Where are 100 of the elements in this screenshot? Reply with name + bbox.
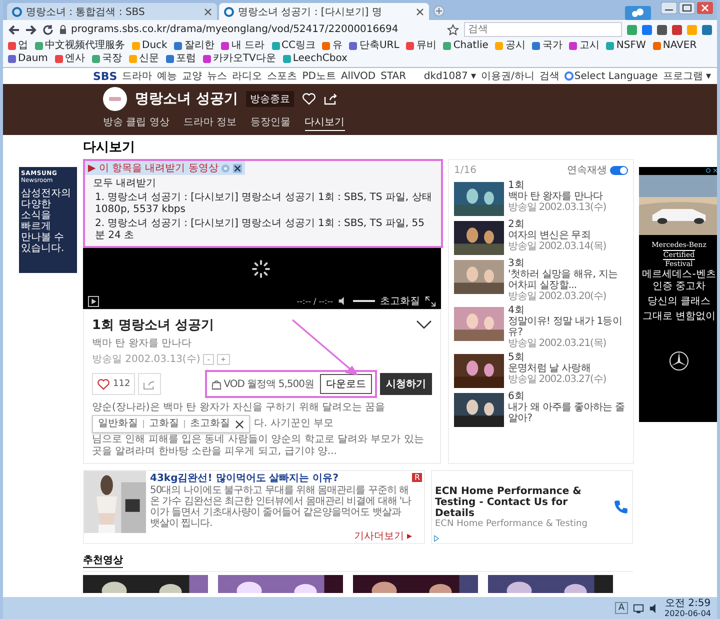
heart-icon[interactable]: [302, 93, 316, 105]
video-player[interactable]: ▶ 이 항목을 내려받기 동영상 모두 내려받기 1. 명랑소녀 성공기 : [다시보기] 명랑소녀 성공기 1회 : SBS, TS 파일, 상태 1080p, 5537 kbps 2. 명랑소녀 성공기 : [다시보기] 명랑소녀 성공기 1회 : SBS, TS 파일, 55 분 24 초 --:-- / --:-- 초고화질: [83, 159, 441, 309]
nav-link[interactable]: STAR: [380, 70, 406, 82]
nav-link[interactable]: 교양: [182, 69, 202, 83]
nav-link[interactable]: 예능: [157, 69, 178, 83]
user-menu[interactable]: dkd1087 ▾: [424, 70, 476, 82]
like-button[interactable]: 112: [92, 373, 136, 395]
download-button[interactable]: 다운로드: [320, 374, 372, 394]
ad-text: 인증 중고차: [652, 281, 706, 293]
bookmark-link[interactable]: 포럼: [166, 53, 196, 65]
episode-number: 5회: [508, 352, 526, 363]
bookmark-link[interactable]: NAVER: [652, 40, 697, 52]
quality-label[interactable]: 초고화질: [380, 294, 420, 308]
ad-info-icon[interactable]: [433, 535, 440, 542]
bookmark-link[interactable]: LeechCbox: [282, 53, 348, 65]
ad-badge: R: [412, 473, 422, 482]
playlist-item[interactable]: 6회 내가 왜 아주를 좋아하는 줄 알아?: [454, 391, 628, 427]
language-select[interactable]: Select Language: [574, 70, 658, 82]
bookmark-link[interactable]: 국장: [92, 53, 122, 65]
close-icon[interactable]: [204, 8, 212, 16]
nav-link[interactable]: 이용권/하니: [481, 69, 534, 83]
bookmark-link[interactable]: 뮤비: [406, 40, 436, 52]
bookmark-link[interactable]: 고시: [569, 40, 600, 52]
nav-link[interactable]: 뉴스: [207, 69, 228, 83]
download-item[interactable]: 2. 명랑소녀 성공기 : [다시보기] 명랑소녀 성공기 1회 : SBS, TS 파일, 55 분 24 초: [85, 217, 441, 243]
star-icon[interactable]: [447, 24, 459, 36]
bookmark-link[interactable]: 잘리한: [174, 40, 214, 52]
ad-text: 빠르게: [21, 221, 52, 232]
close-icon[interactable]: [416, 8, 424, 16]
share-button[interactable]: [138, 373, 162, 395]
playlist-item[interactable]: 4회 정말이유! 정말 내가 1등이유? 방송일 2002.03.21(목): [454, 305, 628, 349]
nav-link[interactable]: AllVOD: [340, 70, 376, 82]
bookmark-link[interactable]: 공시: [495, 40, 526, 52]
nav-link[interactable]: PD노트: [302, 69, 336, 83]
close-icon[interactable]: [235, 420, 244, 428]
article-ad[interactable]: 43kg김완선! 많이먹어도 살빠지는 이유? 50대의 나이에도 불구하고 무대를 위해 몸매관리를 꾸준히 해온 가수 김완선은 최근한 인터뷰에서 몸매관리 비결에 대해 '나이가 들면서 기초대사량이 줄어들어 같은양을먹어도 뱃살과 뱃살이 찝니다. 기사더보기 ▸ R: [83, 470, 425, 544]
show-tab[interactable]: 다시보기: [304, 115, 345, 131]
playlist-item[interactable]: 3회 '첫하러 실망을 해유, 지는 어차피 실장할... 방송일 2002.03.20(수): [454, 258, 628, 302]
address-field[interactable]: programs.sbs.co.kr/drama/myeonglang/vod/52417/22000016694: [59, 22, 442, 37]
nav-link[interactable]: 검색: [539, 69, 560, 83]
bookmark-link[interactable]: Daum: [8, 53, 48, 65]
browser-tab[interactable]: 명랑소녀 성공기 : [다시보기] 명: [219, 3, 429, 20]
fullscreen-icon[interactable]: [425, 296, 436, 306]
phone-icon[interactable]: [613, 499, 629, 515]
bookmark-link[interactable]: 내 드라: [221, 40, 265, 52]
browser-tab[interactable]: 명랑소녀 : 통합검색 : SBS: [7, 3, 217, 20]
show-tab[interactable]: 방송 클립 영상: [103, 115, 170, 131]
air-date: 방송일 2002.03.14(목): [508, 241, 608, 252]
playlist-item[interactable]: 1회 백마 탄 왕자를 만나다 방송일 2002.03.13(수): [454, 180, 628, 216]
network-icon[interactable]: [632, 602, 644, 614]
chevron-down-icon[interactable]: [416, 320, 432, 330]
bookmark-link[interactable]: 엔사: [54, 53, 85, 65]
font-size-button[interactable]: -: [203, 354, 214, 364]
playlist-item[interactable]: 5회 운명처럼 날 사랑해 방송일 2002.03.27(수): [454, 352, 628, 388]
quality-option[interactable]: 일반화질: [98, 418, 138, 430]
show-tab[interactable]: 드라마 정보: [183, 115, 237, 131]
bookmark-link[interactable]: 카카오TV다운: [202, 53, 276, 65]
contact-ad[interactable]: ECN Home Performance & Testing - Contact Us for Details ECN Home Performance & Testing: [431, 470, 633, 544]
nav-link[interactable]: 라디오: [232, 69, 262, 83]
ad-close-icon[interactable]: [706, 168, 717, 173]
bookmark-link[interactable]: 단축URL: [349, 40, 400, 52]
share-icon[interactable]: [324, 93, 338, 105]
search-field[interactable]: 검색: [464, 22, 622, 37]
quality-option[interactable]: 고화질: [149, 418, 179, 430]
bookmark-link[interactable]: Chatlie: [443, 40, 488, 52]
site-logo[interactable]: SBS: [93, 70, 118, 82]
close-icon[interactable]: [233, 164, 242, 172]
air-date: 방송일 2002.03.21(목): [508, 338, 608, 349]
nav-link[interactable]: 드라마: [122, 69, 152, 83]
quality-option[interactable]: 초고화질: [190, 418, 230, 430]
download-item[interactable]: 1. 명랑소녀 성공기 : [다시보기] 명랑소녀 성공기 1회 : SBS, TS 파일, 상태 1080p, 5537 kbps: [85, 191, 441, 217]
show-logo-icon: [103, 87, 127, 111]
play-icon[interactable]: [88, 296, 99, 306]
reload-icon[interactable]: [42, 24, 54, 36]
bookmark-link[interactable]: Duck: [132, 40, 168, 52]
new-tab-icon[interactable]: [433, 5, 445, 17]
read-more-link[interactable]: 기사더보기 ▸: [354, 529, 412, 543]
watch-button[interactable]: 시청하기: [380, 373, 432, 395]
autoplay-toggle[interactable]: [610, 166, 628, 174]
maximize-icon[interactable]: [679, 2, 695, 14]
clock-time[interactable]: 오전 2:59: [664, 598, 711, 609]
back-icon[interactable]: [8, 24, 20, 36]
bookmark-link[interactable]: 국가: [532, 40, 562, 52]
bookmark-link[interactable]: 신문: [128, 53, 159, 65]
clock-date[interactable]: 2020-06-04: [664, 609, 711, 618]
playlist-item[interactable]: 2회 여자의 변신은 무죄 방송일 2002.03.14(목): [454, 219, 628, 255]
bookmark-link[interactable]: 유: [322, 40, 342, 52]
minimize-icon[interactable]: [661, 2, 677, 14]
download-all-link[interactable]: 모두 내려받기: [85, 175, 441, 191]
bookmark-link[interactable]: 업: [8, 40, 28, 52]
show-tab[interactable]: 등장인물: [250, 115, 291, 131]
program-menu[interactable]: 프로그램 ▾: [662, 69, 711, 83]
cloud-icon[interactable]: [625, 6, 651, 20]
bookmark-link[interactable]: NSFW: [606, 40, 646, 52]
input-method-indicator[interactable]: A: [615, 602, 628, 614]
font-size-button[interactable]: +: [216, 354, 230, 364]
bookmark-link[interactable]: 中文视频代理服务: [35, 40, 125, 52]
bookmark-link[interactable]: CC링크: [272, 40, 316, 52]
nav-link[interactable]: 스포츠: [267, 69, 298, 83]
forward-icon[interactable]: [25, 24, 37, 36]
